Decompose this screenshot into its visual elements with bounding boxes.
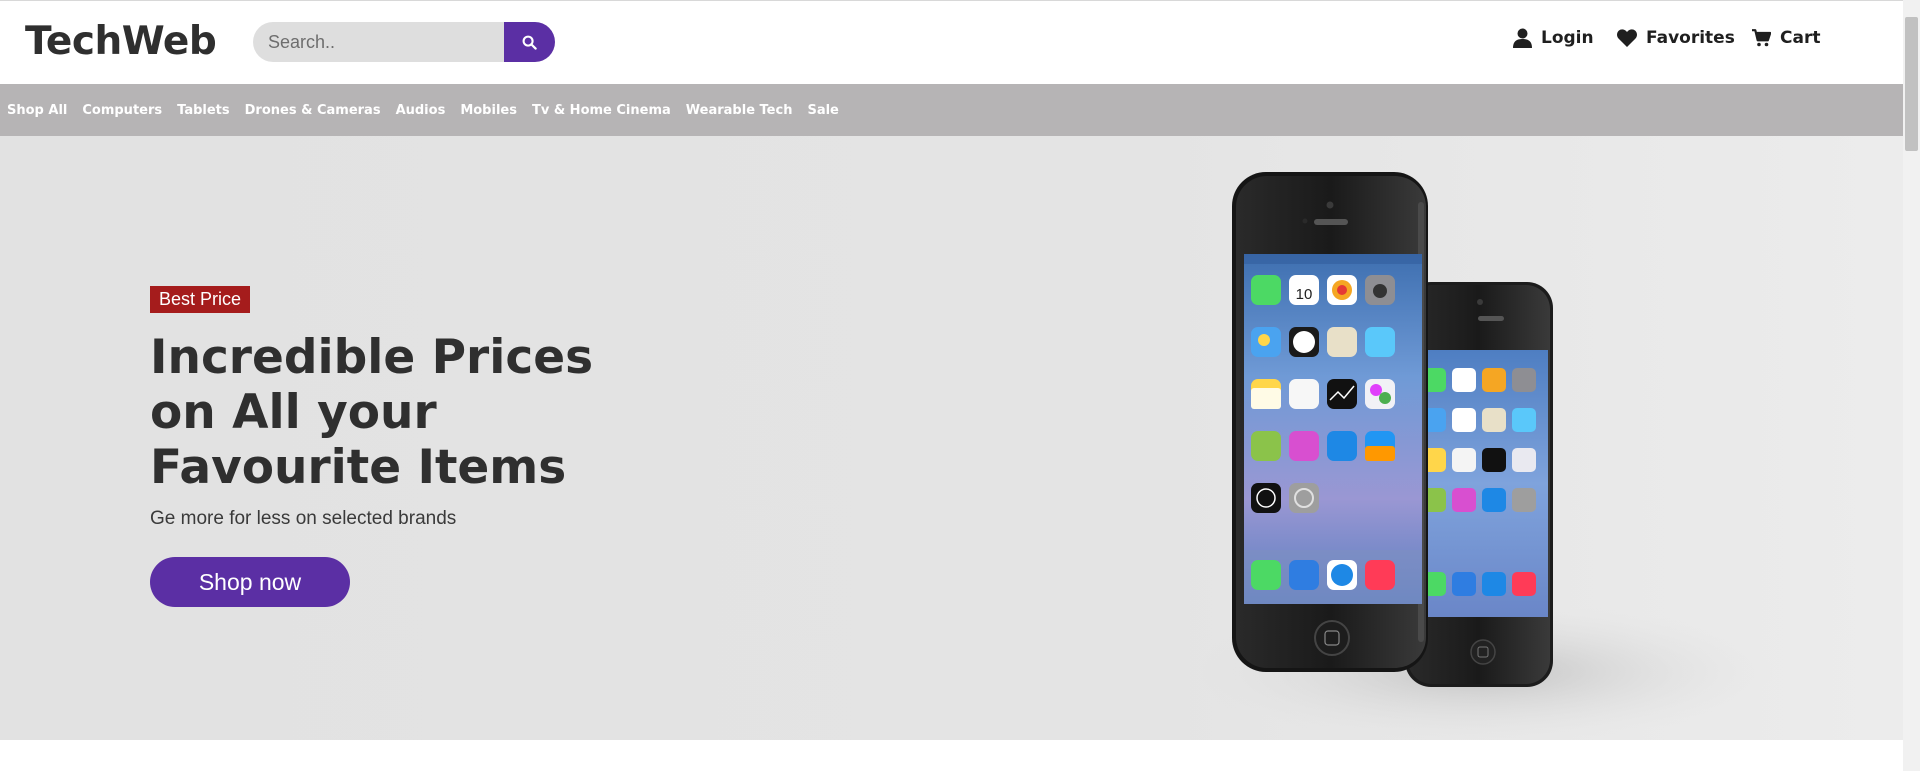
category-nav: Shop All Computers Tablets Drones & Came…	[0, 84, 1903, 136]
smartphones-image: 10	[1180, 172, 1780, 740]
hero-subtitle: Ge more for less on selected brands	[150, 508, 457, 529]
login-label: Login	[1541, 28, 1594, 48]
front-phone: 10	[1232, 172, 1428, 672]
heart-icon	[1617, 29, 1637, 47]
nav-item-tv-home-cinema[interactable]: Tv & Home Cinema	[532, 103, 671, 118]
search-input[interactable]	[253, 22, 504, 62]
nav-item-audios[interactable]: Audios	[396, 103, 446, 118]
search-button[interactable]	[504, 22, 555, 62]
favorites-link[interactable]: Favorites	[1617, 28, 1735, 48]
shop-now-button[interactable]: Shop now	[150, 557, 350, 607]
cart-label: Cart	[1780, 28, 1821, 48]
favorites-label: Favorites	[1646, 28, 1735, 48]
nav-item-mobiles[interactable]: Mobiles	[460, 103, 517, 118]
nav-item-shop-all[interactable]: Shop All	[7, 103, 67, 118]
hero-title: Incredible Prices on All your Favourite …	[150, 330, 594, 495]
nav-item-wearable-tech[interactable]: Wearable Tech	[686, 103, 793, 118]
nav-item-computers[interactable]: Computers	[82, 103, 162, 118]
cart-icon	[1752, 29, 1771, 47]
site-header: TechWeb Login Favorites Cart	[0, 0, 1903, 84]
nav-item-tablets[interactable]: Tablets	[177, 103, 230, 118]
nav-item-drones-cameras[interactable]: Drones & Cameras	[245, 103, 381, 118]
login-link[interactable]: Login	[1513, 28, 1594, 48]
svg-text:10: 10	[1296, 286, 1313, 303]
best-price-badge: Best Price	[150, 286, 251, 313]
scrollbar-thumb[interactable]	[1905, 17, 1918, 151]
search-icon	[522, 35, 537, 50]
nav-item-sale[interactable]: Sale	[807, 103, 838, 118]
cart-link[interactable]: Cart	[1752, 28, 1820, 48]
logo[interactable]: TechWeb	[25, 19, 217, 64]
hero-banner: Best Price Incredible Prices on All your…	[0, 136, 1903, 740]
page-scrollbar[interactable]	[1903, 0, 1920, 771]
search-bar	[253, 22, 555, 62]
user-icon	[1513, 28, 1532, 48]
